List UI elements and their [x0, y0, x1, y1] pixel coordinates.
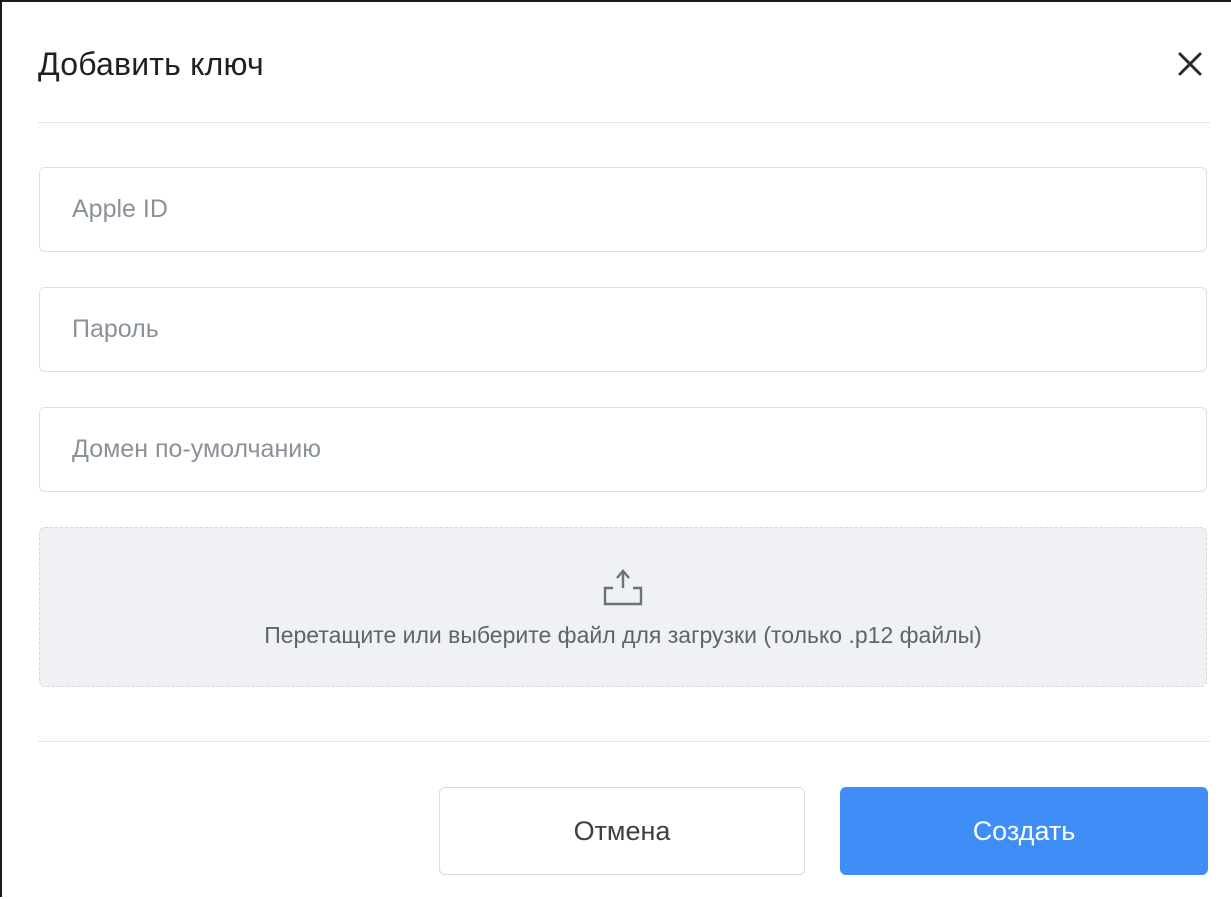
add-key-modal: Добавить ключ Перетащите или выбер: [4, 4, 1231, 899]
apple-id-input[interactable]: [40, 168, 1206, 251]
default-domain-field: [39, 407, 1207, 492]
dropzone-hint: Перетащите или выберите файл для загрузк…: [264, 622, 982, 648]
password-input[interactable]: [40, 288, 1206, 371]
upload-icon: [603, 569, 643, 606]
apple-id-field: [39, 167, 1207, 252]
close-icon: [1178, 52, 1202, 76]
cancel-button[interactable]: Отмена: [439, 787, 805, 875]
footer-divider: [38, 741, 1210, 742]
file-dropzone[interactable]: Перетащите или выберите файл для загрузк…: [39, 527, 1207, 687]
modal-header: Добавить ключ: [38, 42, 1210, 123]
close-button[interactable]: [1170, 44, 1210, 84]
window-frame: Добавить ключ Перетащите или выбер: [0, 0, 1231, 899]
default-domain-input[interactable]: [40, 408, 1206, 491]
create-button[interactable]: Создать: [840, 787, 1208, 875]
password-field: [39, 287, 1207, 372]
modal-title: Добавить ключ: [38, 46, 264, 82]
